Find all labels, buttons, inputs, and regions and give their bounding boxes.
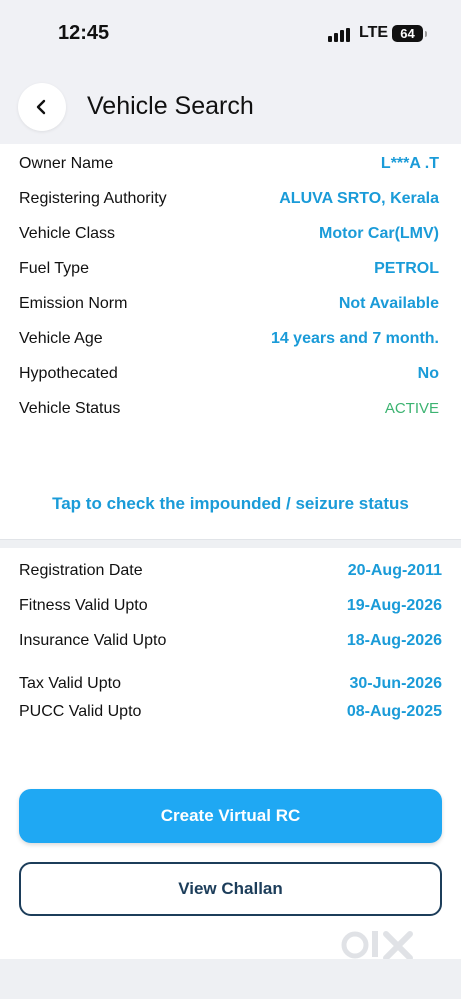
chevron-left-icon <box>36 99 46 115</box>
status-time: 12:45 <box>58 22 110 44</box>
registering-authority-label: Registering Authority <box>19 190 167 207</box>
registration-date-label: Registration Date <box>19 562 143 579</box>
fuel-type-value: PETROL <box>374 260 439 277</box>
row-tax-valid: Tax Valid Upto 30-Jun-2026 <box>19 675 442 699</box>
page-title: Vehicle Search <box>87 92 254 120</box>
fitness-valid-value: 19-Aug-2026 <box>346 597 442 614</box>
vehicle-status-label: Vehicle Status <box>19 400 121 417</box>
registration-date-value: 20-Aug-2011 <box>347 562 442 579</box>
vehicle-status-value: ACTIVE <box>384 400 439 417</box>
battery-icon: 64 <box>392 25 427 42</box>
pucc-valid-value: 08-Aug-2025 <box>346 703 442 720</box>
pucc-valid-label: PUCC Valid Upto <box>19 703 142 720</box>
back-button[interactable] <box>18 83 66 131</box>
row-vehicle-class: Vehicle Class Motor Car(LMV) <box>19 225 439 249</box>
row-owner-name: Owner Name L***A .T <box>19 155 439 179</box>
network-type: LTE <box>359 24 389 41</box>
row-vehicle-status: Vehicle Status ACTIVE <box>19 400 439 424</box>
insurance-valid-value: 18-Aug-2026 <box>346 632 442 649</box>
insurance-valid-label: Insurance Valid Upto <box>19 632 167 649</box>
impound-status-link[interactable]: Tap to check the impounded / seizure sta… <box>0 494 461 514</box>
fuel-type-label: Fuel Type <box>19 260 89 277</box>
row-registration-date: Registration Date 20-Aug-2011 <box>19 562 442 586</box>
vehicle-class-label: Vehicle Class <box>19 225 116 242</box>
owner-name-value: L***A .T <box>380 155 439 172</box>
view-challan-button[interactable]: View Challan <box>19 862 442 916</box>
hypothecated-value: No <box>417 365 439 382</box>
row-pucc-valid: PUCC Valid Upto 08-Aug-2025 <box>19 703 442 727</box>
header-area: 12:45 LTE 64 Vehicle Search <box>0 0 461 144</box>
owner-name-label: Owner Name <box>19 155 114 172</box>
row-vehicle-age: Vehicle Age 14 years and 7 month. <box>19 330 439 354</box>
tax-valid-label: Tax Valid Upto <box>19 675 121 692</box>
emission-norm-value: Not Available <box>338 295 439 312</box>
bottom-strip <box>0 959 461 999</box>
signal-icon <box>328 28 352 42</box>
row-fitness-valid: Fitness Valid Upto 19-Aug-2026 <box>19 597 442 621</box>
row-fuel-type: Fuel Type PETROL <box>19 260 439 284</box>
create-virtual-rc-button[interactable]: Create Virtual RC <box>19 789 442 843</box>
hypothecated-label: Hypothecated <box>19 365 118 382</box>
section-divider <box>0 539 461 548</box>
registering-authority-value: ALUVA SRTO, Kerala <box>279 190 439 207</box>
row-hypothecated: Hypothecated No <box>19 365 439 389</box>
status-bar: 12:45 LTE 64 <box>0 0 461 70</box>
row-insurance-valid: Insurance Valid Upto 18-Aug-2026 <box>19 632 442 656</box>
vehicle-age-label: Vehicle Age <box>19 330 103 347</box>
fitness-valid-label: Fitness Valid Upto <box>19 597 148 614</box>
row-registering-authority: Registering Authority ALUVA SRTO, Kerala <box>19 190 439 214</box>
row-emission-norm: Emission Norm Not Available <box>19 295 439 319</box>
tax-valid-value: 30-Jun-2026 <box>349 675 443 692</box>
vehicle-class-value: Motor Car(LMV) <box>319 225 439 242</box>
emission-norm-label: Emission Norm <box>19 295 128 312</box>
vehicle-age-value: 14 years and 7 month. <box>270 330 439 347</box>
